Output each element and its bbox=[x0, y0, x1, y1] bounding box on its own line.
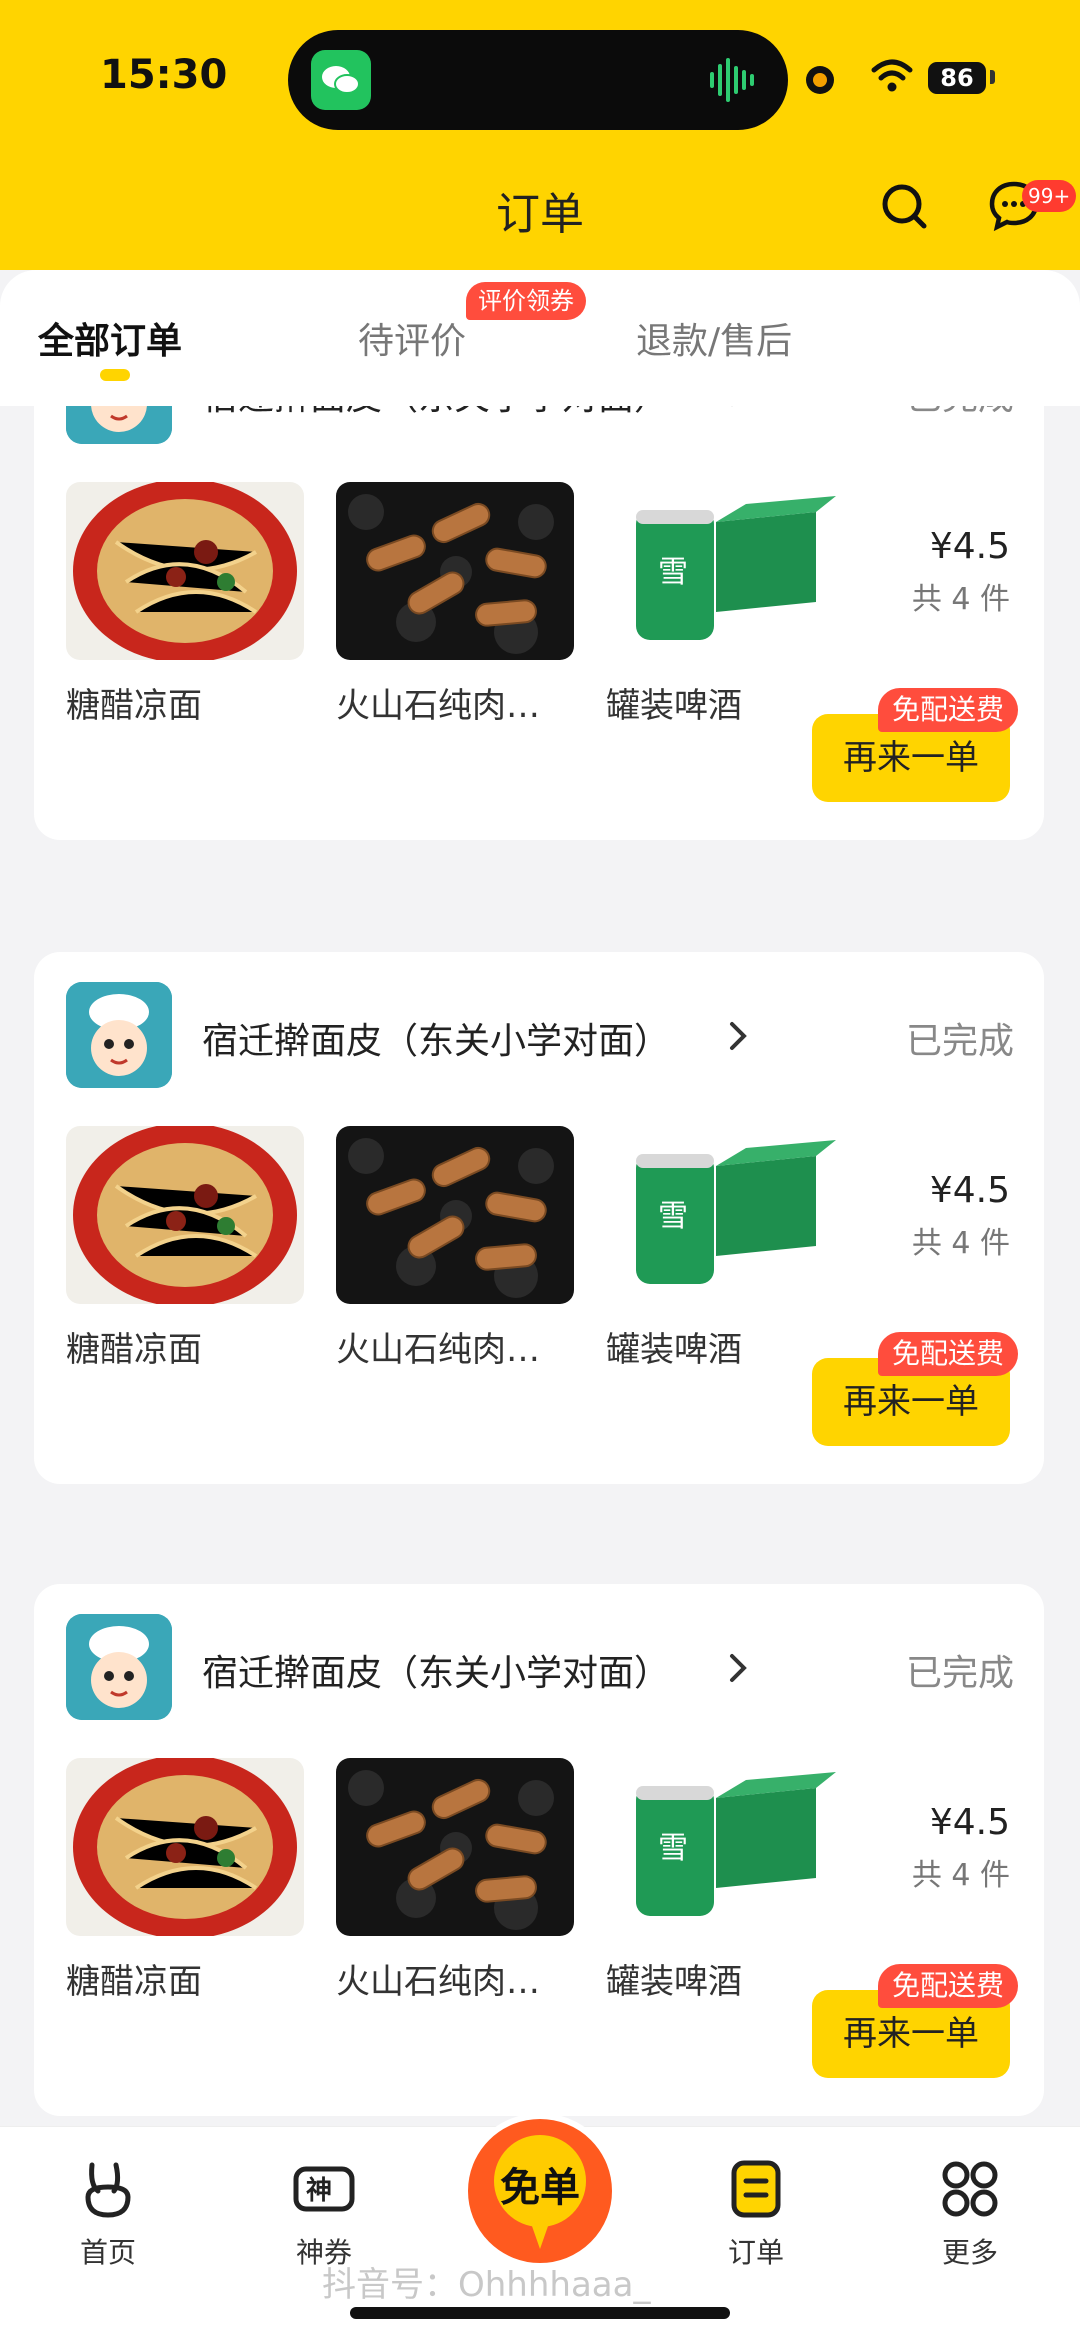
sausage-dish-image bbox=[336, 482, 574, 660]
order-quantity: 共 4 件 bbox=[911, 582, 1010, 617]
order-quantity: 共 4 件 bbox=[911, 1858, 1010, 1893]
noodle-dish-image bbox=[66, 1126, 304, 1304]
watermark: 抖音号：Ohhhhaaa_ bbox=[322, 2265, 651, 2305]
order-status: 已完成 bbox=[905, 1653, 1014, 1694]
grid-more-icon bbox=[942, 2161, 998, 2217]
item-name: 糖醋凉面 bbox=[66, 686, 202, 726]
battery-indicator: 86 bbox=[928, 62, 986, 94]
order-card[interactable]: 宿迁擀面皮（东关小学对面） 已完成 糖醋凉面 bbox=[34, 406, 1044, 840]
review-coupon-badge: 评价领券 bbox=[466, 282, 586, 320]
item-name: 罐装啤酒 bbox=[606, 1330, 742, 1370]
order-price: ¥4.5 bbox=[929, 1802, 1010, 1843]
sausage-dish-image bbox=[336, 1758, 574, 1936]
order-tabs: 全部订单 待评价 评价领券 退款/售后 bbox=[0, 270, 1080, 406]
nav-coupons[interactable]: 神 神券 bbox=[264, 2157, 384, 2271]
shop-avatar[interactable] bbox=[66, 982, 172, 1088]
item-name: 火山石纯肉… bbox=[336, 1330, 540, 1370]
order-list-icon bbox=[731, 2160, 781, 2218]
status-bar: 15:30 86 bbox=[0, 0, 1080, 160]
noodle-dish-image bbox=[66, 482, 304, 660]
order-card[interactable]: 宿迁擀面皮（东关小学对面） 已完成 糖醋凉面 bbox=[34, 1584, 1044, 2116]
order-item[interactable]: 糖醋凉面 bbox=[66, 1758, 304, 2003]
battery-tip bbox=[990, 70, 995, 84]
svg-text:神: 神 bbox=[306, 2176, 332, 2206]
order-list[interactable]: 宿迁擀面皮（东关小学对面） 已完成 糖醋凉面 bbox=[0, 406, 1080, 2126]
shop-avatar[interactable] bbox=[66, 406, 172, 444]
free-delivery-tag: 免配送费 bbox=[877, 688, 1018, 732]
order-price: ¥4.5 bbox=[929, 526, 1010, 567]
nav-more[interactable]: 更多 bbox=[910, 2157, 1030, 2271]
home-indicator[interactable] bbox=[350, 2307, 730, 2319]
app-header: 15:30 86 订单 99+ bbox=[0, 0, 1080, 270]
shop-name[interactable]: 宿迁擀面皮（东关小学对面） bbox=[202, 1012, 670, 1064]
svg-text:雪: 雪 bbox=[658, 1831, 688, 1866]
order-item[interactable]: 雪 罐装啤酒 bbox=[606, 1758, 844, 2003]
beer-can-image: 雪 bbox=[606, 482, 844, 660]
shop-avatar[interactable] bbox=[66, 1614, 172, 1720]
order-item[interactable]: 火山石纯肉… bbox=[336, 482, 574, 727]
wechat-icon bbox=[311, 50, 371, 110]
svg-text:雪: 雪 bbox=[658, 555, 688, 590]
beer-can-image: 雪 bbox=[606, 1758, 844, 1936]
order-item[interactable]: 火山石纯肉… bbox=[336, 1126, 574, 1371]
coupon-icon: 神 bbox=[293, 2166, 355, 2212]
tab-refund-aftersales[interactable]: 退款/售后 bbox=[636, 312, 792, 364]
beer-can-image: 雪 bbox=[606, 1126, 844, 1304]
nav-label: 更多 bbox=[941, 2236, 998, 2269]
svg-text:雪: 雪 bbox=[658, 1199, 688, 1234]
status-time: 15:30 bbox=[100, 52, 228, 98]
order-status: 已完成 bbox=[906, 406, 1014, 420]
item-name: 罐装啤酒 bbox=[606, 686, 742, 726]
nav-label: 订单 bbox=[727, 2236, 784, 2269]
chevron-right-icon[interactable] bbox=[724, 406, 752, 410]
item-name: 火山石纯肉… bbox=[336, 1962, 540, 2002]
chevron-right-icon[interactable] bbox=[724, 1018, 752, 1054]
order-item[interactable]: 雪 罐装啤酒 bbox=[606, 1126, 844, 1371]
bottom-nav: 首页 神 神券 免单 订单 更多 抖音号：Ohhhhaaa_ bbox=[0, 2113, 1080, 2340]
order-item[interactable]: 糖醋凉面 bbox=[66, 482, 304, 727]
order-price: ¥4.5 bbox=[929, 1170, 1010, 1211]
search-icon[interactable] bbox=[876, 178, 932, 234]
free-order-badge[interactable]: 免单 bbox=[462, 2113, 618, 2269]
shop-name[interactable]: 宿迁擀面皮（东关小学对面） bbox=[202, 406, 670, 420]
nav-orders[interactable]: 订单 bbox=[696, 2157, 816, 2271]
message-count-badge: 99+ bbox=[1022, 180, 1077, 212]
sausage-dish-image bbox=[336, 1126, 574, 1304]
tab-active-indicator bbox=[100, 369, 130, 381]
shop-name[interactable]: 宿迁擀面皮（东关小学对面） bbox=[202, 1644, 670, 1696]
order-item[interactable]: 雪 罐装啤酒 bbox=[606, 482, 844, 727]
dynamic-island bbox=[288, 30, 788, 130]
camera-indicator-icon bbox=[806, 66, 834, 94]
nav-home[interactable]: 首页 bbox=[48, 2157, 168, 2271]
tab-pending-review[interactable]: 待评价 bbox=[358, 312, 466, 364]
rabbit-home-icon bbox=[85, 2162, 131, 2218]
order-card[interactable]: 宿迁擀面皮（东关小学对面） 已完成 糖醋凉面 bbox=[34, 952, 1044, 1484]
audio-wave-icon bbox=[710, 58, 754, 102]
free-delivery-tag: 免配送费 bbox=[877, 1332, 1018, 1376]
chevron-right-icon[interactable] bbox=[724, 1650, 752, 1686]
nav-label: 首页 bbox=[79, 2236, 136, 2269]
item-name: 糖醋凉面 bbox=[66, 1330, 202, 1370]
tab-all-orders[interactable]: 全部订单 bbox=[38, 312, 182, 364]
item-name: 火山石纯肉… bbox=[336, 686, 540, 726]
order-item[interactable]: 糖醋凉面 bbox=[66, 1126, 304, 1371]
free-delivery-tag: 免配送费 bbox=[877, 1964, 1018, 2008]
item-name: 罐装啤酒 bbox=[606, 1962, 742, 2002]
order-status: 已完成 bbox=[905, 1021, 1014, 1062]
free-order-label: 免单 bbox=[500, 2165, 580, 2211]
order-quantity: 共 4 件 bbox=[911, 1226, 1010, 1261]
wifi-icon bbox=[871, 59, 913, 92]
order-item[interactable]: 火山石纯肉… bbox=[336, 1758, 574, 2003]
item-name: 糖醋凉面 bbox=[66, 1962, 202, 2002]
noodle-dish-image bbox=[66, 1758, 304, 1936]
